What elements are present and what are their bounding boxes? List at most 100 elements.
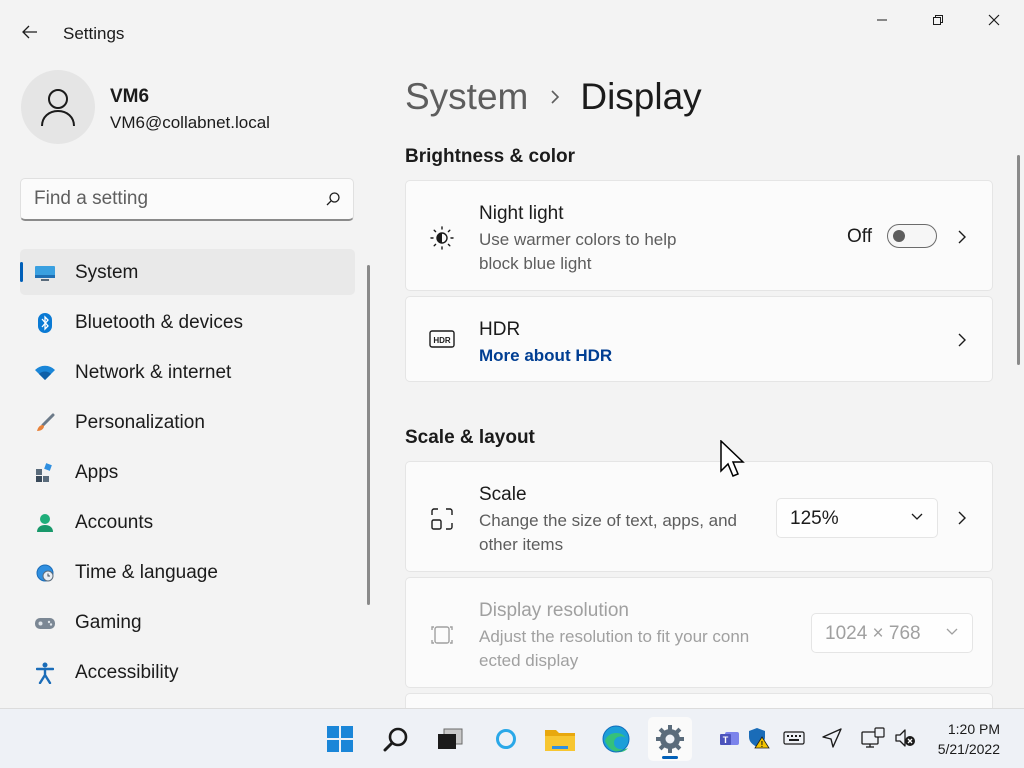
cortana-button[interactable] xyxy=(484,717,528,761)
wifi-icon xyxy=(34,362,56,384)
night-light-desc-line2: block blue light xyxy=(479,254,592,273)
task-view-icon xyxy=(438,728,463,749)
clock-time: 1:20 PM xyxy=(947,721,1000,737)
resolution-desc-line1: Adjust the resolution to fit your conn xyxy=(479,627,750,646)
restore-button[interactable] xyxy=(910,0,966,40)
security-warning-icon[interactable]: ! xyxy=(747,726,771,750)
scale-icon xyxy=(428,505,456,533)
hdr-title: HDR xyxy=(479,319,521,340)
breadcrumb: System Display xyxy=(405,72,702,122)
apps-icon xyxy=(34,462,56,484)
accessibility-icon xyxy=(34,662,56,684)
back-button[interactable] xyxy=(14,16,46,48)
title-bar: Settings xyxy=(0,0,1024,50)
sidebar-item-system[interactable]: System xyxy=(20,249,355,295)
resolution-dropdown: 1024 × 768 xyxy=(811,613,973,653)
section-title-scale-layout: Scale & layout xyxy=(405,427,535,448)
sidebar-item-label: Apps xyxy=(75,462,119,483)
app-title: Settings xyxy=(63,24,125,43)
edge-button[interactable] xyxy=(594,717,638,761)
sidebar-item-gaming[interactable]: Gaming xyxy=(20,599,355,645)
search-input[interactable] xyxy=(34,188,314,210)
sidebar-item-label: Gaming xyxy=(75,612,142,633)
section-title-brightness: Brightness & color xyxy=(405,146,575,167)
chevron-down-icon xyxy=(946,628,958,635)
sidebar-item-accessibility[interactable]: Accessibility xyxy=(20,649,355,695)
minimize-button[interactable] xyxy=(854,0,910,40)
chevron-right-icon xyxy=(550,89,560,105)
user-name: VM6 xyxy=(110,86,150,107)
sidebar-item-accounts[interactable]: Accounts xyxy=(20,499,355,545)
network-icon[interactable] xyxy=(861,726,885,750)
display-resolution-card: Display resolution Adjust the resolution… xyxy=(405,577,993,688)
active-indicator xyxy=(662,756,678,759)
scale-dropdown-value: 125% xyxy=(790,508,839,529)
globe-clock-icon xyxy=(34,562,56,584)
sidebar-item-label: Time & language xyxy=(75,562,218,583)
sidebar-item-apps[interactable]: Apps xyxy=(20,449,355,495)
hdr-more-link[interactable]: More about HDR xyxy=(479,346,612,366)
mouse-cursor-icon xyxy=(720,440,745,477)
sidebar-item-personalization[interactable]: Personalization xyxy=(20,399,355,445)
scale-card[interactable]: Scale Change the size of text, apps, and… xyxy=(405,461,993,572)
sidebar-scrollbar[interactable] xyxy=(367,265,370,605)
settings-taskbar-button[interactable] xyxy=(648,717,692,761)
volume-muted-icon[interactable] xyxy=(893,726,917,750)
sidebar-item-label: System xyxy=(75,262,139,283)
chevron-right-icon[interactable] xyxy=(954,332,970,348)
scale-dropdown[interactable]: 125% xyxy=(776,498,938,538)
monitor-icon xyxy=(34,262,56,284)
sidebar-item-label: Bluetooth & devices xyxy=(75,312,243,333)
scale-title: Scale xyxy=(479,484,527,505)
sidebar-item-label: Accessibility xyxy=(75,662,179,683)
restore-icon xyxy=(933,15,943,25)
svg-text:!: ! xyxy=(761,740,764,749)
gamepad-icon xyxy=(34,612,56,634)
hdr-icon: HDR xyxy=(428,325,456,353)
sidebar-item-bluetooth-devices[interactable]: Bluetooth & devices xyxy=(20,299,355,345)
night-light-toggle[interactable] xyxy=(887,224,937,248)
edge-icon xyxy=(602,725,630,753)
brightness-icon xyxy=(428,224,456,252)
sidebar-item-time-language[interactable]: Time & language xyxy=(20,549,355,595)
back-arrow-icon xyxy=(22,25,37,39)
user-email: VM6@collabnet.local xyxy=(110,113,270,132)
minimize-icon xyxy=(877,19,887,21)
scale-desc-line2: other items xyxy=(479,535,564,554)
start-icon xyxy=(327,726,353,752)
taskbar: T ! 1:20 PM 5/21/2022 xyxy=(0,708,1024,768)
night-light-desc-line1: Use warmer colors to help xyxy=(479,230,677,249)
toggle-knob xyxy=(893,230,905,242)
chevron-right-icon[interactable] xyxy=(954,510,970,526)
taskbar-search-button[interactable] xyxy=(374,717,418,761)
taskbar-clock[interactable]: 1:20 PM 5/21/2022 xyxy=(938,719,1000,759)
night-light-card[interactable]: Night light Use warmer colors to help bl… xyxy=(405,180,993,291)
hdr-card[interactable]: HDR HDR More about HDR xyxy=(405,296,993,382)
avatar[interactable] xyxy=(21,70,95,144)
close-button[interactable] xyxy=(966,0,1022,40)
keyboard-icon[interactable] xyxy=(782,726,806,750)
resolution-desc-line2: ected display xyxy=(479,651,579,670)
search-icon[interactable] xyxy=(325,191,341,207)
scale-desc-line1: Change the size of text, apps, and xyxy=(479,511,738,530)
sidebar-item-label: Network & internet xyxy=(75,362,232,383)
page-title: Display xyxy=(580,76,702,117)
task-view-button[interactable] xyxy=(428,717,472,761)
sidebar-item-label: Accounts xyxy=(75,512,154,533)
breadcrumb-parent[interactable]: System xyxy=(405,76,528,118)
file-explorer-button[interactable] xyxy=(538,717,582,761)
search-box[interactable] xyxy=(20,178,354,221)
content-scrollbar[interactable] xyxy=(1017,155,1020,365)
sidebar-item-network-internet[interactable]: Network & internet xyxy=(20,349,355,395)
bluetooth-icon xyxy=(34,312,56,334)
chevron-right-icon[interactable] xyxy=(954,229,970,245)
search-icon xyxy=(383,727,408,752)
user-icon xyxy=(41,89,75,127)
location-icon[interactable] xyxy=(820,726,844,750)
close-icon xyxy=(988,14,1000,26)
night-light-state-label: Off xyxy=(847,226,872,247)
resolution-icon xyxy=(428,621,456,649)
start-button[interactable] xyxy=(318,717,362,761)
svg-text:HDR: HDR xyxy=(433,336,451,345)
teams-icon[interactable]: T xyxy=(718,726,742,750)
